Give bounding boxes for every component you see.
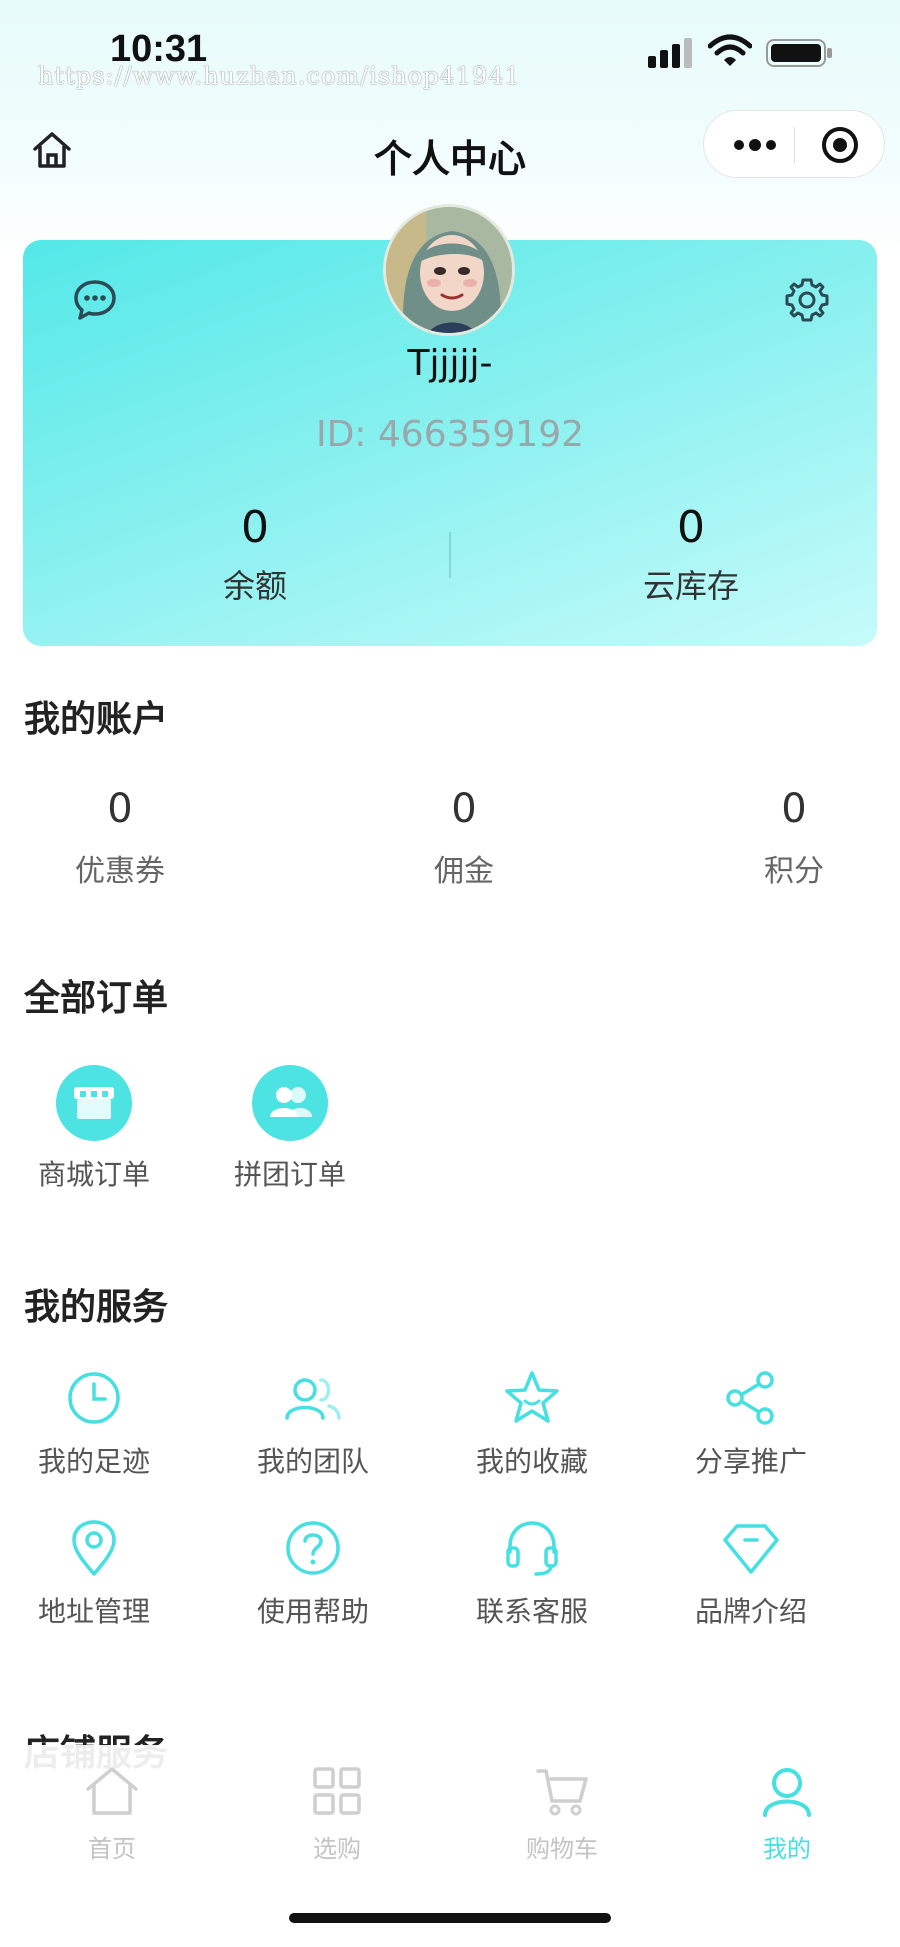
stat-cloud-stock[interactable]: 0 云库存 [561, 502, 821, 607]
tab-browse[interactable]: 选购 [247, 1763, 427, 1864]
service-address-label: 地址管理 [37, 1595, 150, 1628]
team-icon [285, 1378, 341, 1420]
cart-icon [536, 1769, 588, 1816]
service-footprint[interactable]: 我的足迹 [4, 1368, 184, 1480]
battery-icon [766, 39, 832, 67]
order-item-mall[interactable]: 商城订单 [24, 1065, 164, 1193]
stat-divider [449, 532, 451, 578]
watermark-text: https://www.huzhan.com/ishop41941 [38, 62, 521, 90]
service-team-label: 我的团队 [256, 1445, 369, 1478]
user-icon [763, 1768, 811, 1817]
service-share[interactable]: 分享推广 [661, 1368, 841, 1480]
avatar[interactable] [383, 204, 515, 336]
wifi-icon [708, 34, 752, 66]
points-value: 0 [781, 786, 807, 832]
mini-program-capsule [703, 110, 885, 178]
coupon-label: 优惠券 [75, 854, 165, 889]
gear-icon[interactable] [783, 276, 831, 324]
service-team[interactable]: 我的团队 [223, 1368, 403, 1480]
balance-value: 0 [241, 502, 269, 553]
grid-icon [313, 1767, 361, 1815]
cellular-signal-icon [648, 38, 692, 68]
account-item-commission[interactable]: 0 佣金 [364, 786, 564, 890]
coupon-value: 0 [107, 786, 133, 832]
help-icon [286, 1521, 340, 1575]
service-help[interactable]: 使用帮助 [223, 1518, 403, 1630]
home-icon [86, 1767, 138, 1815]
section-title-account: 我的账户 [24, 699, 169, 740]
more-icon[interactable] [730, 127, 780, 163]
account-item-coupon[interactable]: 0 优惠券 [20, 786, 220, 890]
tab-me[interactable]: 我的 [697, 1763, 877, 1864]
service-help-label: 使用帮助 [256, 1595, 369, 1628]
share-icon [726, 1371, 774, 1425]
cloud-stock-label: 云库存 [642, 567, 739, 605]
service-brand[interactable]: 品牌介绍 [661, 1518, 841, 1630]
cloud-stock-value: 0 [677, 502, 705, 553]
order-item-group[interactable]: 拼团订单 [220, 1065, 360, 1193]
service-favorites[interactable]: 我的收藏 [442, 1368, 622, 1480]
diamond-icon [723, 1524, 779, 1574]
store-icon [56, 1065, 132, 1141]
account-item-points[interactable]: 0 积分 [694, 786, 894, 890]
group-order-label: 拼团订单 [233, 1158, 346, 1191]
clock-icon [68, 1372, 120, 1424]
headset-icon [506, 1521, 558, 1576]
capsule-divider [794, 127, 795, 163]
service-customer-support[interactable]: 联系客服 [442, 1518, 622, 1630]
tab-browse-label: 选购 [313, 1835, 361, 1863]
service-brand-label: 品牌介绍 [694, 1595, 807, 1628]
service-footprint-label: 我的足迹 [37, 1445, 150, 1478]
group-icon [252, 1065, 328, 1141]
service-address[interactable]: 地址管理 [4, 1518, 184, 1630]
commission-label: 佣金 [434, 854, 494, 889]
home-indicator [289, 1913, 611, 1923]
service-share-label: 分享推广 [694, 1445, 807, 1478]
tab-home[interactable]: 首页 [22, 1763, 202, 1864]
close-target-icon[interactable] [820, 125, 860, 165]
mall-order-label: 商城订单 [37, 1158, 150, 1191]
user-id: ID: 466359192 [315, 414, 585, 455]
points-label: 积分 [764, 854, 824, 889]
tab-cart[interactable]: 购物车 [472, 1763, 652, 1864]
username: Tjjjjj- [407, 343, 493, 384]
tab-cart-label: 购物车 [526, 1835, 598, 1863]
section-title-orders: 全部订单 [24, 978, 169, 1019]
commission-value: 0 [451, 786, 477, 832]
avatar-image [386, 207, 512, 333]
tab-home-label: 首页 [88, 1835, 136, 1863]
tab-me-label: 我的 [763, 1835, 811, 1863]
stat-balance[interactable]: 0 余额 [125, 502, 385, 607]
service-support-label: 联系客服 [475, 1595, 588, 1628]
location-icon [72, 1520, 116, 1576]
service-favorites-label: 我的收藏 [475, 1445, 588, 1478]
section-title-services: 我的服务 [24, 1287, 169, 1328]
message-icon[interactable] [71, 276, 119, 324]
balance-label: 余额 [222, 567, 287, 605]
star-icon [505, 1371, 559, 1423]
